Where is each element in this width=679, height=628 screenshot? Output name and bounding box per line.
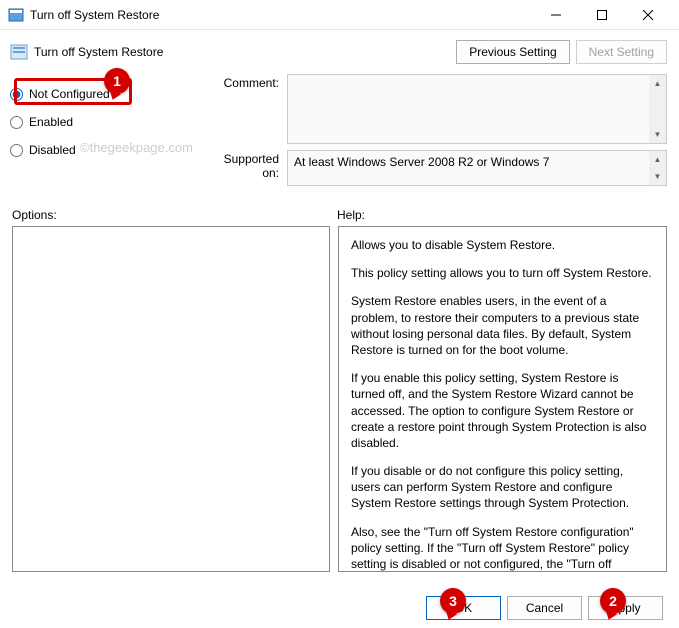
- scroll-up-icon[interactable]: ▲: [649, 75, 666, 92]
- cancel-button[interactable]: Cancel: [507, 596, 582, 620]
- header-row: Turn off System Restore Previous Setting…: [0, 30, 679, 70]
- policy-icon: [10, 43, 28, 61]
- help-paragraph: If you disable or do not configure this …: [351, 463, 654, 512]
- scroll-up-icon[interactable]: ▲: [649, 151, 666, 168]
- scroll-down-icon[interactable]: ▼: [649, 168, 666, 185]
- enabled-radio[interactable]: [10, 116, 23, 129]
- close-button[interactable]: [625, 0, 671, 30]
- supported-on-label: Supported on:: [205, 150, 287, 186]
- options-heading: Options:: [12, 208, 337, 222]
- help-heading: Help:: [337, 208, 667, 222]
- next-setting-button: Next Setting: [576, 40, 667, 64]
- annotation-callout-2: 2: [600, 588, 626, 614]
- radio-column: Not Configured Enabled Disabled: [10, 74, 205, 192]
- supported-on-box: At least Windows Server 2008 R2 or Windo…: [287, 150, 667, 186]
- policy-title: Turn off System Restore: [34, 45, 450, 59]
- help-paragraph: If you enable this policy setting, Syste…: [351, 370, 654, 451]
- previous-setting-button[interactable]: Previous Setting: [456, 40, 569, 64]
- config-area: Not Configured Enabled Disabled Comment:…: [0, 70, 679, 192]
- comment-input[interactable]: ▲ ▼: [287, 74, 667, 144]
- help-panel: Allows you to disable System Restore. Th…: [338, 226, 667, 572]
- window-title: Turn off System Restore: [30, 8, 533, 22]
- help-paragraph: Also, see the "Turn off System Restore c…: [351, 524, 654, 572]
- help-paragraph: This policy setting allows you to turn o…: [351, 265, 654, 281]
- options-panel: [12, 226, 330, 572]
- annotation-callout-1: 1: [104, 68, 130, 94]
- comment-label: Comment:: [205, 74, 287, 144]
- titlebar: Turn off System Restore: [0, 0, 679, 30]
- disabled-radio[interactable]: [10, 144, 23, 157]
- enabled-label: Enabled: [29, 115, 73, 129]
- disabled-label: Disabled: [29, 143, 76, 157]
- supported-on-text: At least Windows Server 2008 R2 or Windo…: [294, 155, 549, 169]
- maximize-button[interactable]: [579, 0, 625, 30]
- help-paragraph: Allows you to disable System Restore.: [351, 237, 654, 253]
- minimize-button[interactable]: [533, 0, 579, 30]
- scroll-down-icon[interactable]: ▼: [649, 126, 666, 143]
- app-icon: [8, 7, 24, 23]
- help-paragraph: System Restore enables users, in the eve…: [351, 293, 654, 358]
- annotation-callout-3: 3: [440, 588, 466, 614]
